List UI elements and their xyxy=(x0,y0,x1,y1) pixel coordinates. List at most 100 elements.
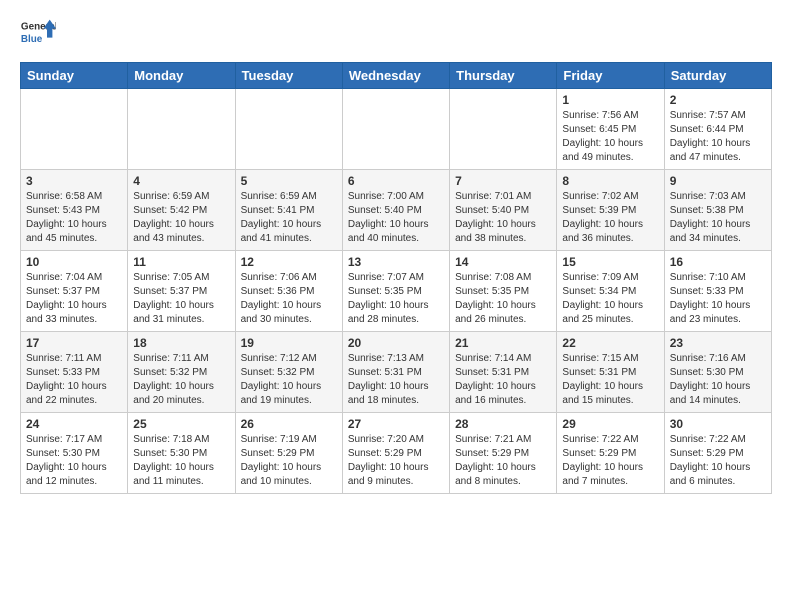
day-info: Sunrise: 7:11 AM Sunset: 5:33 PM Dayligh… xyxy=(26,352,122,408)
day-info: Sunrise: 7:21 AM Sunset: 5:29 PM Dayligh… xyxy=(455,433,551,489)
day-number: 20 xyxy=(348,336,444,350)
day-info: Sunrise: 7:03 AM Sunset: 5:38 PM Dayligh… xyxy=(670,190,766,246)
day-number: 4 xyxy=(133,174,229,188)
calendar-cell: 16 Sunrise: 7:10 AM Sunset: 5:33 PM Dayli… xyxy=(664,251,771,332)
calendar-week-row: 17 Sunrise: 7:11 AM Sunset: 5:33 PM Dayli… xyxy=(21,332,772,413)
weekday-header: Monday xyxy=(128,63,235,89)
day-info: Sunrise: 7:22 AM Sunset: 5:29 PM Dayligh… xyxy=(670,433,766,489)
calendar-cell: 28 Sunrise: 7:21 AM Sunset: 5:29 PM Dayli… xyxy=(450,413,557,494)
weekday-header: Sunday xyxy=(21,63,128,89)
calendar-cell: 19 Sunrise: 7:12 AM Sunset: 5:32 PM Dayli… xyxy=(235,332,342,413)
calendar-cell: 3 Sunrise: 6:58 AM Sunset: 5:43 PM Daylig… xyxy=(21,170,128,251)
day-number: 18 xyxy=(133,336,229,350)
calendar-week-row: 3 Sunrise: 6:58 AM Sunset: 5:43 PM Daylig… xyxy=(21,170,772,251)
day-info: Sunrise: 7:11 AM Sunset: 5:32 PM Dayligh… xyxy=(133,352,229,408)
calendar-week-row: 1 Sunrise: 7:56 AM Sunset: 6:45 PM Daylig… xyxy=(21,89,772,170)
calendar-cell: 7 Sunrise: 7:01 AM Sunset: 5:40 PM Daylig… xyxy=(450,170,557,251)
day-info: Sunrise: 7:16 AM Sunset: 5:30 PM Dayligh… xyxy=(670,352,766,408)
calendar-cell: 8Sunrise: 7:02 AM Sunset: 5:39 PM Daylig… xyxy=(557,170,664,251)
calendar-cell xyxy=(342,89,449,170)
calendar-cell: 11Sunrise: 7:05 AM Sunset: 5:37 PM Dayli… xyxy=(128,251,235,332)
day-info: Sunrise: 7:17 AM Sunset: 5:30 PM Dayligh… xyxy=(26,433,122,489)
day-number: 29 xyxy=(562,417,658,431)
day-number: 27 xyxy=(348,417,444,431)
day-info: Sunrise: 7:07 AM Sunset: 5:35 PM Dayligh… xyxy=(348,271,444,327)
day-number: 25 xyxy=(133,417,229,431)
day-info: Sunrise: 7:13 AM Sunset: 5:31 PM Dayligh… xyxy=(348,352,444,408)
day-info: Sunrise: 7:01 AM Sunset: 5:40 PM Dayligh… xyxy=(455,190,551,246)
calendar: SundayMondayTuesdayWednesdayThursdayFrid… xyxy=(20,62,772,494)
day-info: Sunrise: 7:14 AM Sunset: 5:31 PM Dayligh… xyxy=(455,352,551,408)
day-number: 30 xyxy=(670,417,766,431)
calendar-cell: 30 Sunrise: 7:22 AM Sunset: 5:29 PM Dayli… xyxy=(664,413,771,494)
day-number: 10 xyxy=(26,255,122,269)
calendar-cell: 22 Sunrise: 7:15 AM Sunset: 5:31 PM Dayli… xyxy=(557,332,664,413)
day-info: Sunrise: 7:56 AM Sunset: 6:45 PM Dayligh… xyxy=(562,109,658,165)
weekday-header: Saturday xyxy=(664,63,771,89)
day-info: Sunrise: 7:57 AM Sunset: 6:44 PM Dayligh… xyxy=(670,109,766,165)
day-number: 22 xyxy=(562,336,658,350)
day-number: 7 xyxy=(455,174,551,188)
day-number: 17 xyxy=(26,336,122,350)
weekday-header: Friday xyxy=(557,63,664,89)
calendar-cell: 14 Sunrise: 7:08 AM Sunset: 5:35 PM Dayli… xyxy=(450,251,557,332)
day-info: Sunrise: 7:06 AM Sunset: 5:36 PM Dayligh… xyxy=(241,271,337,327)
calendar-cell: 9 Sunrise: 7:03 AM Sunset: 5:38 PM Daylig… xyxy=(664,170,771,251)
logo-icon: General Blue xyxy=(20,16,56,52)
day-info: Sunrise: 7:08 AM Sunset: 5:35 PM Dayligh… xyxy=(455,271,551,327)
calendar-cell: 21Sunrise: 7:14 AM Sunset: 5:31 PM Dayli… xyxy=(450,332,557,413)
calendar-cell xyxy=(128,89,235,170)
calendar-cell: 6 Sunrise: 7:00 AM Sunset: 5:40 PM Daylig… xyxy=(342,170,449,251)
day-info: Sunrise: 7:00 AM Sunset: 5:40 PM Dayligh… xyxy=(348,190,444,246)
logo: General Blue xyxy=(20,16,56,52)
day-info: Sunrise: 7:18 AM Sunset: 5:30 PM Dayligh… xyxy=(133,433,229,489)
calendar-cell xyxy=(21,89,128,170)
calendar-cell: 26 Sunrise: 7:19 AM Sunset: 5:29 PM Dayli… xyxy=(235,413,342,494)
calendar-cell: 13Sunrise: 7:07 AM Sunset: 5:35 PM Dayli… xyxy=(342,251,449,332)
weekday-header: Tuesday xyxy=(235,63,342,89)
day-number: 23 xyxy=(670,336,766,350)
calendar-cell: 17 Sunrise: 7:11 AM Sunset: 5:33 PM Dayli… xyxy=(21,332,128,413)
calendar-cell: 1 Sunrise: 7:56 AM Sunset: 6:45 PM Daylig… xyxy=(557,89,664,170)
day-info: Sunrise: 7:12 AM Sunset: 5:32 PM Dayligh… xyxy=(241,352,337,408)
day-info: Sunrise: 7:10 AM Sunset: 5:33 PM Dayligh… xyxy=(670,271,766,327)
day-info: Sunrise: 7:22 AM Sunset: 5:29 PM Dayligh… xyxy=(562,433,658,489)
day-number: 1 xyxy=(562,93,658,107)
day-number: 5 xyxy=(241,174,337,188)
calendar-cell: 27 Sunrise: 7:20 AM Sunset: 5:29 PM Dayli… xyxy=(342,413,449,494)
calendar-cell: 5 Sunrise: 6:59 AM Sunset: 5:41 PM Daylig… xyxy=(235,170,342,251)
calendar-cell xyxy=(235,89,342,170)
day-number: 9 xyxy=(670,174,766,188)
calendar-cell: 15Sunrise: 7:09 AM Sunset: 5:34 PM Dayli… xyxy=(557,251,664,332)
day-info: Sunrise: 7:04 AM Sunset: 5:37 PM Dayligh… xyxy=(26,271,122,327)
calendar-cell: 20 Sunrise: 7:13 AM Sunset: 5:31 PM Dayli… xyxy=(342,332,449,413)
weekday-header: Wednesday xyxy=(342,63,449,89)
day-info: Sunrise: 7:15 AM Sunset: 5:31 PM Dayligh… xyxy=(562,352,658,408)
day-number: 14 xyxy=(455,255,551,269)
page: General Blue SundayMondayTuesdayWednesda… xyxy=(0,0,792,510)
day-number: 26 xyxy=(241,417,337,431)
calendar-header-row: SundayMondayTuesdayWednesdayThursdayFrid… xyxy=(21,63,772,89)
day-number: 28 xyxy=(455,417,551,431)
day-number: 16 xyxy=(670,255,766,269)
day-number: 3 xyxy=(26,174,122,188)
day-number: 15 xyxy=(562,255,658,269)
day-info: Sunrise: 7:20 AM Sunset: 5:29 PM Dayligh… xyxy=(348,433,444,489)
calendar-cell: 4Sunrise: 6:59 AM Sunset: 5:42 PM Daylig… xyxy=(128,170,235,251)
calendar-cell: 25 Sunrise: 7:18 AM Sunset: 5:30 PM Dayli… xyxy=(128,413,235,494)
calendar-cell: 10 Sunrise: 7:04 AM Sunset: 5:37 PM Dayli… xyxy=(21,251,128,332)
day-info: Sunrise: 7:05 AM Sunset: 5:37 PM Dayligh… xyxy=(133,271,229,327)
day-info: Sunrise: 6:58 AM Sunset: 5:43 PM Dayligh… xyxy=(26,190,122,246)
weekday-header: Thursday xyxy=(450,63,557,89)
calendar-cell: 12Sunrise: 7:06 AM Sunset: 5:36 PM Dayli… xyxy=(235,251,342,332)
header: General Blue xyxy=(20,16,772,52)
day-number: 6 xyxy=(348,174,444,188)
day-number: 2 xyxy=(670,93,766,107)
calendar-week-row: 10 Sunrise: 7:04 AM Sunset: 5:37 PM Dayli… xyxy=(21,251,772,332)
day-info: Sunrise: 6:59 AM Sunset: 5:41 PM Dayligh… xyxy=(241,190,337,246)
calendar-cell: 29 Sunrise: 7:22 AM Sunset: 5:29 PM Dayli… xyxy=(557,413,664,494)
day-info: Sunrise: 7:19 AM Sunset: 5:29 PM Dayligh… xyxy=(241,433,337,489)
day-info: Sunrise: 7:02 AM Sunset: 5:39 PM Dayligh… xyxy=(562,190,658,246)
day-number: 24 xyxy=(26,417,122,431)
day-number: 19 xyxy=(241,336,337,350)
